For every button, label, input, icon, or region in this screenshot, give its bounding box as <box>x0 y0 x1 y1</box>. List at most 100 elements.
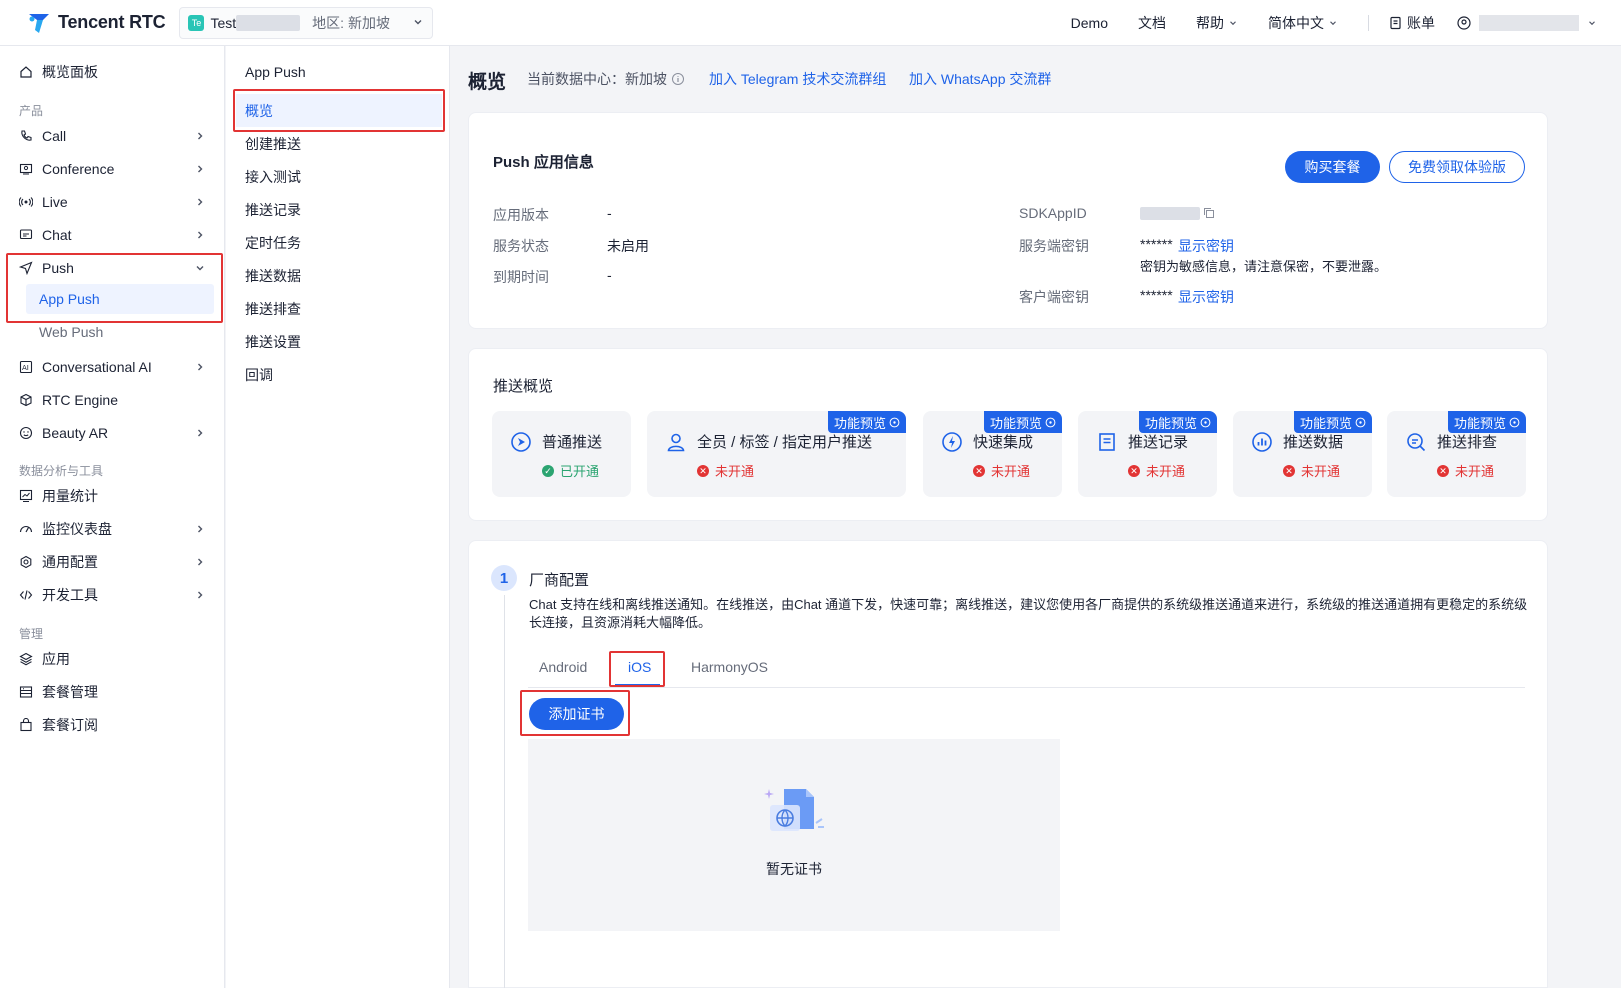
home-icon <box>18 64 34 80</box>
chevron-right-icon <box>194 162 206 178</box>
billing-link[interactable]: 账单 <box>1389 13 1435 33</box>
close-icon: ✕ <box>973 464 985 477</box>
preview-tag[interactable]: 功能预览 <box>827 411 906 433</box>
whatsapp-group-link[interactable]: 加入 WhatsApp 交流群 <box>909 69 1051 89</box>
add-certificate-button[interactable]: 添加证书 <box>529 698 624 730</box>
sidebar-item-packages[interactable]: 套餐管理 <box>18 677 214 707</box>
preview-tag[interactable]: 功能预览 <box>1293 411 1372 433</box>
package-icon <box>18 684 34 700</box>
redacted-app-id <box>236 14 301 31</box>
preview-tag-text: 功能预览 <box>989 415 1042 431</box>
subnav-item-create-push[interactable]: 创建推送 <box>236 127 442 160</box>
feature-card-push-data[interactable]: 功能预览 推送数据 ✕ 未开通 <box>1233 411 1372 497</box>
language-menu[interactable]: 简体中文 <box>1268 13 1338 33</box>
help-label: 帮助 <box>1196 15 1224 31</box>
sidebar-item-label: 概览面板 <box>42 64 98 80</box>
tab-harmonyos[interactable]: HarmonyOS <box>691 659 768 675</box>
chevron-down-icon <box>412 15 424 31</box>
chevron-down-icon <box>194 261 206 277</box>
preview-tag[interactable]: 功能预览 <box>1138 411 1217 433</box>
preview-tag[interactable]: 功能预览 <box>983 411 1062 433</box>
left-sidebar: 概览面板 产品 Call Conference Live Chat Push A… <box>0 46 225 988</box>
feature-card-targeted-push[interactable]: 功能预览 全员 / 标签 / 指定用户推送 ✕ 未开通 <box>647 411 906 497</box>
vendor-config-title: 厂商配置 <box>529 572 590 589</box>
docs-link[interactable]: 文档 <box>1138 13 1166 33</box>
chevron-right-icon <box>194 228 206 244</box>
sidebar-item-label: RTC Engine <box>42 392 119 408</box>
buy-package-button[interactable]: 购买套餐 <box>1285 151 1380 183</box>
page-title: 概览 <box>468 72 507 93</box>
telegram-group-link[interactable]: 加入 Telegram 技术交流群组 <box>709 69 886 89</box>
info-circle-icon <box>1045 417 1056 427</box>
feature-card-push-records[interactable]: 功能预览 推送记录 ✕ 未开通 <box>1078 411 1217 497</box>
show-server-key-link[interactable]: 显示密钥 <box>1178 236 1234 256</box>
feature-name: 普通推送 <box>542 434 603 451</box>
send-icon <box>18 260 34 276</box>
check-icon: ✓ <box>542 464 554 477</box>
phone-icon <box>18 128 34 144</box>
help-menu[interactable]: 帮助 <box>1196 13 1238 33</box>
sidebar-item-rtc-engine[interactable]: RTC Engine <box>18 385 214 415</box>
sidebar-item-push[interactable]: Push <box>18 253 214 283</box>
sidebar-item-chat[interactable]: Chat <box>18 220 214 250</box>
sidebar-item-app-push[interactable]: App Push <box>26 284 214 314</box>
sdkappid-label: SDKAppID <box>1019 205 1087 221</box>
sidebar-item-dev-tools[interactable]: 开发工具 <box>18 580 214 610</box>
sidebar-item-overview[interactable]: 概览面板 <box>18 57 214 87</box>
copy-icon[interactable] <box>1202 206 1216 223</box>
sidebar-item-conversational-ai[interactable]: AI Conversational AI <box>18 352 214 382</box>
subnav-item-callback[interactable]: 回调 <box>236 358 442 391</box>
app-region: 地区: 新加坡 <box>312 14 390 31</box>
sidebar-item-config[interactable]: 通用配置 <box>18 547 214 577</box>
subnav-item-push-settings[interactable]: 推送设置 <box>236 325 442 358</box>
sidebar-item-web-push[interactable]: Web Push <box>26 317 214 347</box>
feature-status-text: 未开通 <box>1301 464 1341 479</box>
push-overview-card: 推送概览 普通推送 ✓ 已开通 功能预览 全员 / 标签 / 指定用户推送 ✕ … <box>468 348 1548 521</box>
show-client-key-link[interactable]: 显示密钥 <box>1178 287 1234 307</box>
sidebar-item-label: Chat <box>42 227 72 243</box>
sidebar-item-beauty-ar[interactable]: Beauty AR <box>18 418 214 448</box>
subnav-item-scheduled-tasks[interactable]: 定时任务 <box>236 226 442 259</box>
vendor-config-description: Chat 支持在线和离线推送通知。在线推送，由Chat 通道下发，快速可靠；离线… <box>529 597 1528 630</box>
feature-card-normal-push[interactable]: 普通推送 ✓ 已开通 <box>492 411 631 497</box>
gear-icon <box>18 554 34 570</box>
sidebar-item-call[interactable]: Call <box>18 121 214 151</box>
svg-text:AI: AI <box>22 364 29 372</box>
feature-status: ✕ 未开通 <box>973 461 1030 480</box>
sidebar-item-subscription[interactable]: 套餐订阅 <box>18 710 214 740</box>
subnav-item-overview[interactable]: 概览 <box>236 94 442 127</box>
language-label: 简体中文 <box>1268 15 1324 31</box>
subnav-item-push-records[interactable]: 推送记录 <box>236 193 442 226</box>
free-trial-button[interactable]: 免费领取体验版 <box>1389 151 1525 183</box>
sidebar-item-label: 套餐订阅 <box>42 717 98 733</box>
bill-icon <box>1390 16 1401 30</box>
user-icon <box>1457 16 1471 30</box>
subnav-item-troubleshoot[interactable]: 推送排查 <box>236 292 442 325</box>
expiry-label: 到期时间 <box>493 269 549 285</box>
subnav-item-push-data[interactable]: 推送数据 <box>236 259 442 292</box>
tab-android[interactable]: Android <box>539 659 587 675</box>
sidebar-item-apps[interactable]: 应用 <box>18 644 214 674</box>
account-menu[interactable] <box>1457 15 1597 31</box>
sidebar-group-analytics: 数据分析与工具 <box>19 464 104 478</box>
info-circle-icon <box>889 417 900 427</box>
feature-status: ✕ 未开通 <box>697 461 754 480</box>
sidebar-item-monitor[interactable]: 监控仪表盘 <box>18 514 214 544</box>
tab-ios[interactable]: iOS <box>628 659 651 675</box>
sidebar-item-usage[interactable]: 用量统计 <box>18 481 214 511</box>
preview-tag-text: 功能预览 <box>1144 415 1197 431</box>
sidebar-item-live[interactable]: Live <box>18 187 214 217</box>
brand-logo[interactable]: Tencent RTC <box>26 10 166 36</box>
feature-card-quick-integration[interactable]: 功能预览 快速集成 ✕ 未开通 <box>923 411 1062 497</box>
sidebar-item-label: Call <box>42 128 67 144</box>
feature-card-troubleshoot[interactable]: 功能预览 推送排查 ✕ 未开通 <box>1387 411 1526 497</box>
app-switcher[interactable]: Te Test 地区: 新加坡 <box>179 6 434 39</box>
preview-tag[interactable]: 功能预览 <box>1447 411 1526 433</box>
subnav-item-integration-test[interactable]: 接入测试 <box>236 160 442 193</box>
sidebar-item-label: 通用配置 <box>42 554 98 570</box>
demo-link[interactable]: Demo <box>1071 15 1108 31</box>
redacted-account-name <box>1479 15 1579 31</box>
empty-certificate-icon <box>762 783 826 842</box>
info-icon[interactable] <box>671 72 685 86</box>
sidebar-item-conference[interactable]: Conference <box>18 154 214 184</box>
